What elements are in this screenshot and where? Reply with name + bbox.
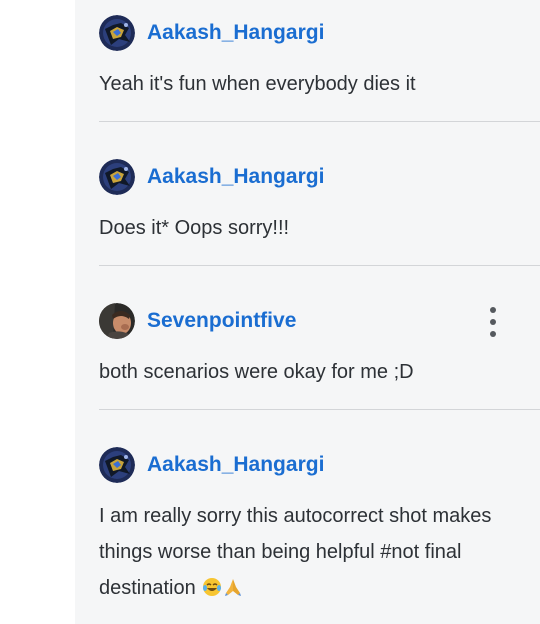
- comment-text: both scenarios were okay for me ;D: [99, 361, 414, 383]
- tears-of-joy-emoji: [202, 573, 222, 609]
- comment-author[interactable]: Aakash_Hangargi: [147, 21, 324, 45]
- comment-author[interactable]: Aakash_Hangargi: [147, 453, 324, 477]
- left-margin: [0, 0, 76, 624]
- comment-header: Aakash_Hangargi: [99, 447, 540, 485]
- comment-text: Does it* Oops sorry!!!: [99, 217, 290, 239]
- comment-header: Aakash_Hangargi: [99, 159, 540, 197]
- comment-divider: [99, 121, 540, 122]
- profile-photo-avatar-icon[interactable]: [99, 303, 135, 339]
- more-vertical-icon[interactable]: [485, 307, 501, 337]
- comment-header: Sevenpointfive: [99, 303, 540, 341]
- folded-hands-emoji: [223, 573, 243, 609]
- comment-feed: Aakash_Hangargi Yeah it's fun when every…: [75, 0, 540, 624]
- comment-body: I am really sorry this autocorrect shot …: [99, 498, 529, 609]
- comment-text: Yeah it's fun when everybody dies it: [99, 73, 416, 95]
- comment-divider: [99, 265, 540, 266]
- comment-header: Aakash_Hangargi: [99, 15, 540, 53]
- superhero-avatar-icon[interactable]: [99, 159, 135, 195]
- comment-author[interactable]: Aakash_Hangargi: [147, 165, 324, 189]
- comment-author[interactable]: Sevenpointfive: [147, 309, 296, 333]
- comment-divider: [99, 409, 540, 410]
- superhero-avatar-icon[interactable]: [99, 15, 135, 51]
- comment-text: I am really sorry this autocorrect shot …: [99, 505, 492, 599]
- superhero-avatar-icon[interactable]: [99, 447, 135, 483]
